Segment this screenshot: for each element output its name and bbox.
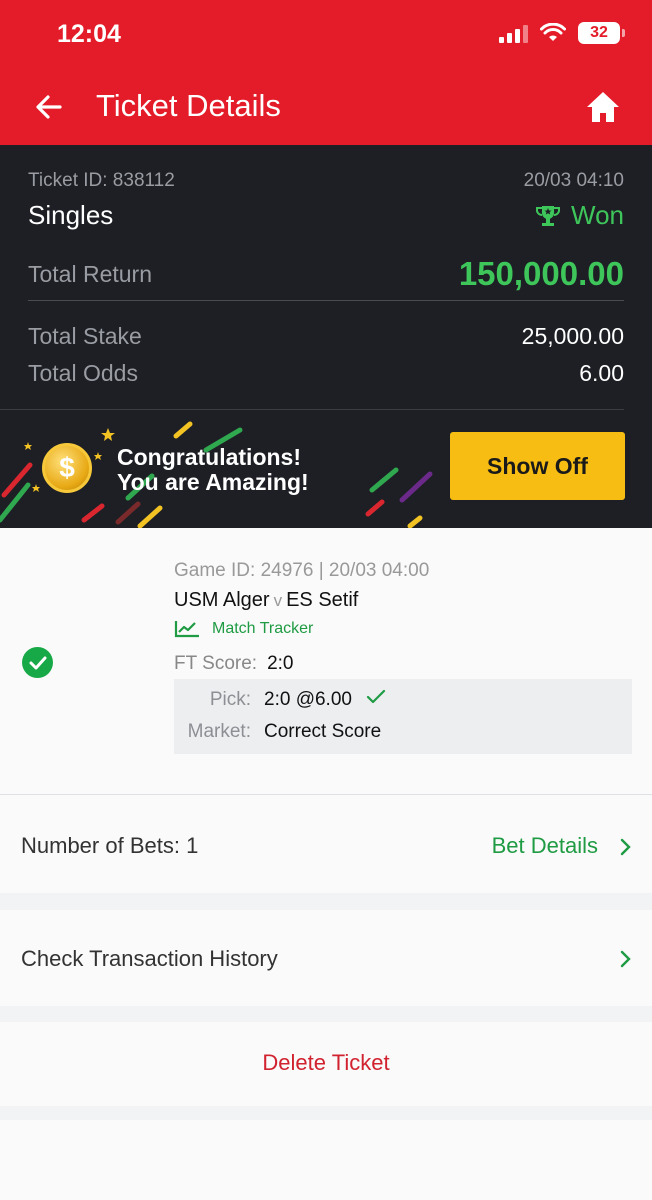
check-circle-icon bbox=[22, 647, 53, 678]
total-stake-value: 25,000.00 bbox=[521, 323, 624, 349]
market-row: Market: Correct Score bbox=[174, 721, 382, 743]
congrats-line1: Congratulations! bbox=[117, 444, 301, 470]
market-label: Market: bbox=[187, 721, 251, 742]
market-value: Correct Score bbox=[264, 721, 382, 742]
away-team: ES Setif bbox=[286, 589, 359, 611]
ft-value: 2:0 bbox=[267, 653, 294, 674]
total-stake-label: Total Stake bbox=[28, 323, 142, 349]
ft-score: FT Score: 2:0 bbox=[174, 653, 293, 675]
bet-details-row[interactable]: Number of Bets: 1 Bet Details bbox=[0, 795, 652, 893]
ticket-datetime: 20/03 04:10 bbox=[523, 170, 624, 191]
battery-icon: 32 bbox=[578, 22, 625, 44]
total-odds-value: 6.00 bbox=[579, 360, 624, 386]
bottom-area bbox=[0, 1120, 652, 1200]
wifi-icon bbox=[540, 23, 566, 41]
selection-card: Game ID: 24976 | 20/03 04:00 USM Alger v E… bbox=[0, 528, 652, 794]
page-title: Ticket Details bbox=[96, 88, 281, 123]
total-return-value: 150,000.00 bbox=[458, 255, 624, 292]
divider bbox=[28, 300, 624, 301]
congrats-line2: You are Amazing! bbox=[117, 469, 309, 495]
app-header: 12:04 32 Ticket Details bbox=[0, 0, 652, 145]
show-off-button[interactable]: Show Off bbox=[450, 432, 625, 500]
won-status: Won bbox=[535, 200, 624, 231]
status-time: 12:04 bbox=[57, 20, 121, 48]
chart-icon bbox=[174, 621, 199, 638]
game-meta: Game ID: 24976 | 20/03 04:00 bbox=[174, 560, 430, 581]
delete-ticket-button[interactable]: Delete Ticket bbox=[0, 1050, 652, 1076]
bet-details-link[interactable]: Bet Details bbox=[492, 833, 598, 859]
match-tracker-link[interactable]: Match Tracker bbox=[174, 620, 313, 638]
back-arrow-icon[interactable] bbox=[30, 87, 70, 127]
pick-box: Pick: 2:0 @6.00 Market: Correct Score bbox=[174, 679, 632, 754]
number-of-bets: Number of Bets: 1 bbox=[21, 833, 199, 858]
trophy-icon bbox=[536, 205, 560, 226]
vs-label: v bbox=[273, 591, 283, 610]
transaction-history-row[interactable]: Check Transaction History bbox=[0, 910, 652, 1006]
match-tracker-label: Match Tracker bbox=[212, 620, 314, 637]
signal-icon bbox=[499, 23, 528, 43]
congrats-text: Congratulations! You are Amazing! bbox=[117, 445, 309, 495]
delete-ticket-row[interactable]: Delete Ticket bbox=[0, 1022, 652, 1106]
home-icon[interactable] bbox=[584, 88, 622, 126]
pick-value: 2:0 @6.00 bbox=[264, 689, 352, 710]
chevron-right-icon bbox=[620, 950, 631, 968]
chevron-right-icon bbox=[620, 838, 631, 856]
coin-icon: $ bbox=[42, 443, 92, 493]
home-team: USM Alger bbox=[174, 589, 270, 611]
total-return-label: Total Return bbox=[28, 260, 153, 287]
check-icon bbox=[366, 689, 386, 704]
ticket-summary: Ticket ID: 838112 20/03 04:10 Singles Wo… bbox=[0, 145, 652, 410]
status-icons: 32 bbox=[499, 22, 625, 44]
pick-row: Pick: 2:0 @6.00 bbox=[174, 689, 386, 711]
bet-type: Singles bbox=[28, 200, 114, 230]
pick-label: Pick: bbox=[209, 689, 251, 710]
match-teams: USM Alger v ES Setif bbox=[174, 589, 358, 612]
total-odds-label: Total Odds bbox=[28, 360, 138, 386]
won-label: Won bbox=[571, 200, 624, 230]
check-transaction-history: Check Transaction History bbox=[21, 946, 278, 971]
ft-label: FT Score: bbox=[174, 653, 258, 674]
ticket-id: Ticket ID: 838112 bbox=[28, 170, 175, 191]
congrats-banner: $ Congratulations! You are Amazing! Show… bbox=[0, 410, 652, 528]
